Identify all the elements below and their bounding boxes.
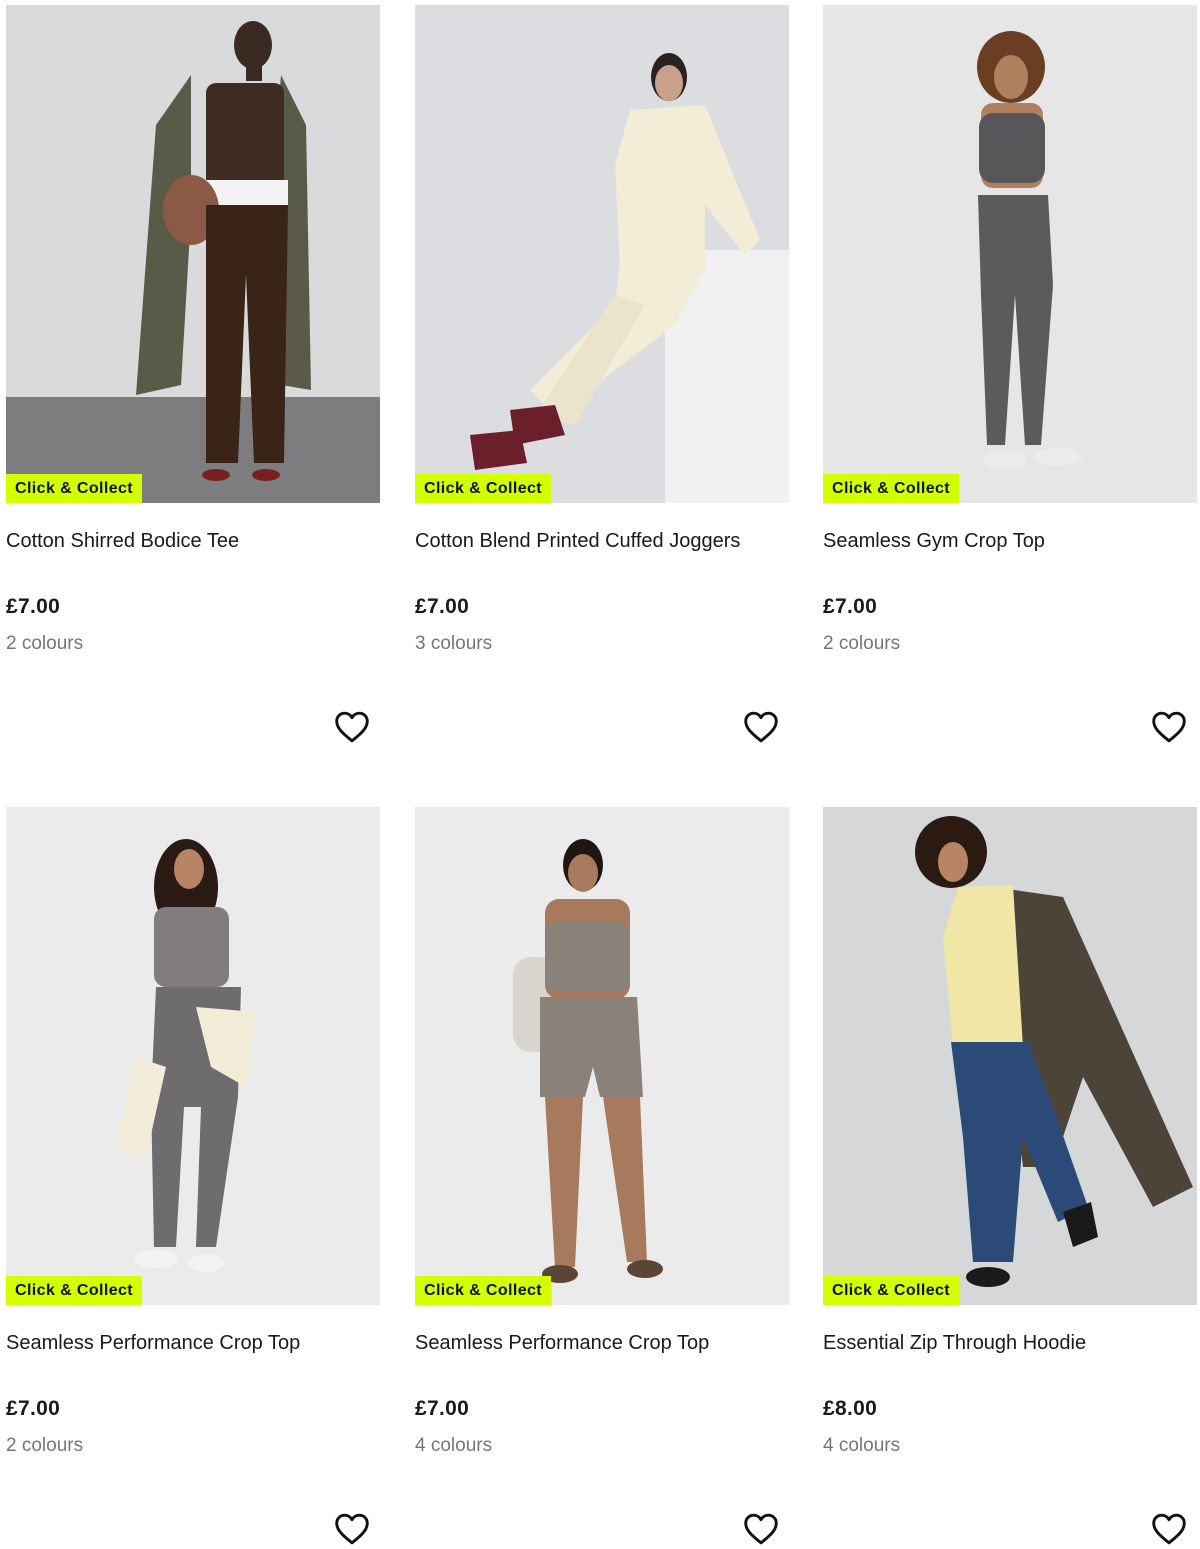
product-image[interactable]: Click & Collect	[415, 807, 789, 1305]
product-price: £8.00	[823, 1397, 878, 1420]
wishlist-button[interactable]	[1150, 708, 1188, 746]
product-photo-placeholder	[823, 807, 1197, 1305]
product-title[interactable]: Seamless Performance Crop Top	[415, 1330, 789, 1356]
product-price: £7.00	[415, 1397, 470, 1420]
heart-outline-icon	[1152, 1513, 1186, 1545]
heart-outline-icon	[744, 711, 778, 743]
click-collect-badge: Click & Collect	[823, 474, 960, 503]
product-image[interactable]: Click & Collect	[6, 807, 380, 1305]
product-image[interactable]: Click & Collect	[6, 5, 380, 503]
heart-outline-icon	[335, 711, 369, 743]
product-photo-placeholder	[415, 807, 789, 1305]
colour-count[interactable]: 3 colours	[415, 632, 492, 656]
heart-outline-icon	[1152, 711, 1186, 743]
click-collect-badge: Click & Collect	[823, 1276, 960, 1305]
colour-count[interactable]: 2 colours	[6, 632, 83, 656]
product-card[interactable]: Click & Collect Essential Zip Through Ho…	[823, 807, 1197, 1549]
product-price: £7.00	[415, 595, 470, 618]
click-collect-badge: Click & Collect	[415, 474, 552, 503]
wishlist-button[interactable]	[742, 708, 780, 746]
wishlist-button[interactable]	[1150, 1510, 1188, 1548]
product-title[interactable]: Cotton Shirred Bodice Tee	[6, 528, 380, 554]
product-title[interactable]: Cotton Blend Printed Cuffed Joggers	[415, 528, 789, 554]
product-card[interactable]: Click & Collect Cotton Blend Printed Cuf…	[415, 5, 789, 795]
product-grid: Click & Collect Cotton Shirred Bodice Te…	[0, 0, 1200, 1549]
product-image[interactable]: Click & Collect	[823, 5, 1197, 503]
product-title[interactable]: Seamless Gym Crop Top	[823, 528, 1197, 554]
wishlist-button[interactable]	[333, 1510, 371, 1548]
product-title[interactable]: Seamless Performance Crop Top	[6, 1330, 380, 1356]
product-photo-placeholder	[6, 5, 380, 503]
colour-count[interactable]: 2 colours	[6, 1434, 83, 1458]
product-card[interactable]: Click & Collect Seamless Gym Crop Top £7…	[823, 5, 1197, 795]
click-collect-badge: Click & Collect	[415, 1276, 552, 1305]
product-photo-placeholder	[6, 807, 380, 1305]
product-card[interactable]: Click & Collect Seamless Performance Cro…	[415, 807, 789, 1549]
product-price: £7.00	[823, 595, 878, 618]
click-collect-badge: Click & Collect	[6, 474, 143, 503]
colour-count[interactable]: 4 colours	[823, 1434, 900, 1458]
product-price: £7.00	[6, 1397, 61, 1420]
product-title[interactable]: Essential Zip Through Hoodie	[823, 1330, 1197, 1356]
product-image[interactable]: Click & Collect	[415, 5, 789, 503]
product-image[interactable]: Click & Collect	[823, 807, 1197, 1305]
product-card[interactable]: Click & Collect Seamless Performance Cro…	[6, 807, 380, 1549]
click-collect-badge: Click & Collect	[6, 1276, 143, 1305]
heart-outline-icon	[335, 1513, 369, 1545]
colour-count[interactable]: 2 colours	[823, 632, 900, 656]
colour-count[interactable]: 4 colours	[415, 1434, 492, 1458]
product-card[interactable]: Click & Collect Cotton Shirred Bodice Te…	[6, 5, 380, 795]
wishlist-button[interactable]	[333, 708, 371, 746]
wishlist-button[interactable]	[742, 1510, 780, 1548]
product-photo-placeholder	[415, 5, 789, 503]
product-photo-placeholder	[823, 5, 1197, 503]
heart-outline-icon	[744, 1513, 778, 1545]
product-price: £7.00	[6, 595, 61, 618]
